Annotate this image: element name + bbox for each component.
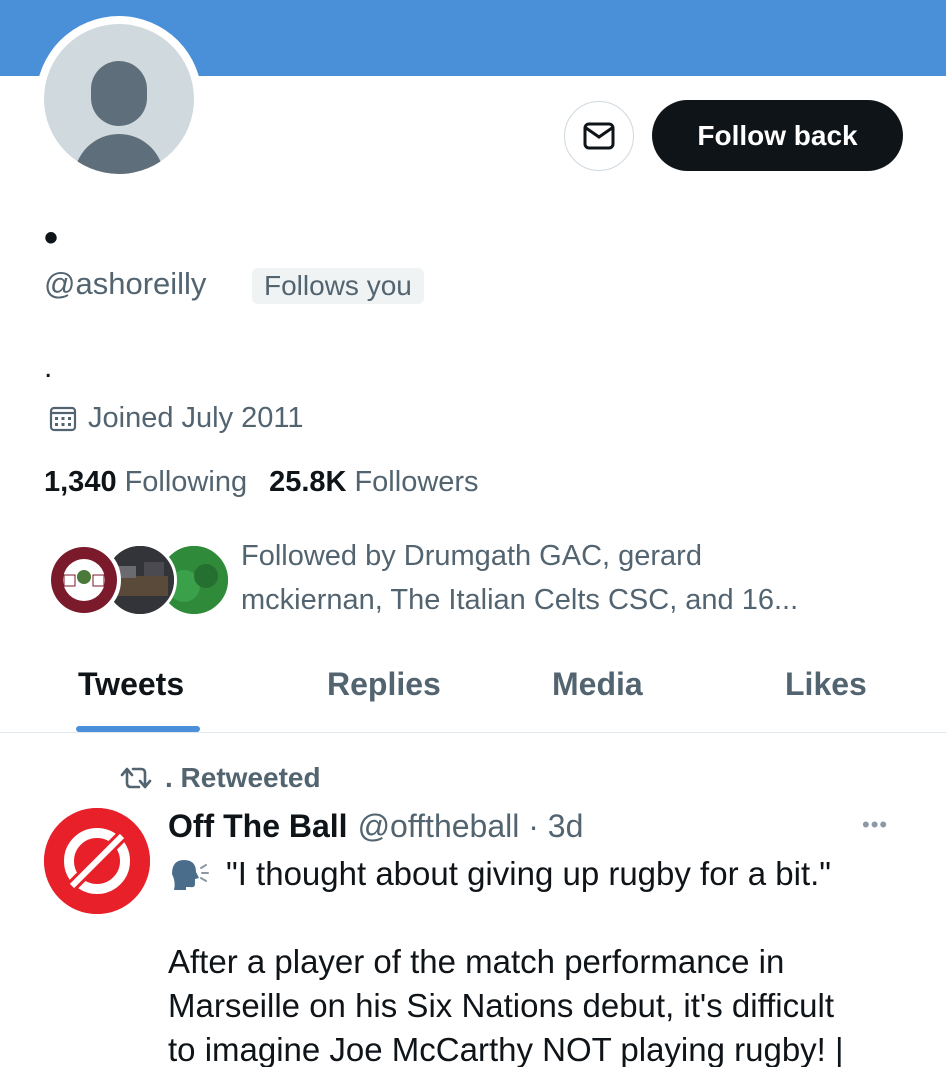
- tweet-author-meta[interactable]: @offtheball · 3d: [358, 804, 584, 848]
- follow-back-button[interactable]: Follow back: [652, 100, 903, 171]
- follow-stats: 1,340 Following 25.8K Followers: [44, 462, 501, 502]
- joined-text: Joined July 2011: [88, 402, 304, 434]
- follows-you-badge: Follows you: [252, 268, 424, 304]
- tweet-author-name[interactable]: Off The Ball: [168, 804, 348, 848]
- following-count: 1,340: [44, 466, 117, 498]
- followers-label: Followers: [354, 466, 479, 498]
- profile-avatar[interactable]: [36, 16, 202, 182]
- followed-by-avatars[interactable]: [47, 543, 231, 619]
- retweeted-by-text: . Retweeted: [165, 762, 321, 793]
- follower-avatar-crest: [47, 543, 121, 617]
- off-the-ball-logo-icon: [44, 808, 150, 914]
- calendar-icon: [49, 406, 77, 432]
- retweet-icon: [120, 767, 152, 789]
- envelope-icon: [583, 122, 615, 150]
- tweet-text-line-1: "I thought about giving up rugby for a b…: [226, 855, 831, 892]
- active-tab-indicator: [76, 726, 200, 732]
- tab-replies[interactable]: Replies: [327, 662, 441, 706]
- profile-tabs: Tweets Replies Media Likes: [0, 650, 946, 733]
- tab-likes[interactable]: Likes: [785, 662, 867, 706]
- followers-stat[interactable]: 25.8K Followers: [269, 462, 478, 502]
- followed-by-line-2: mckiernan, The Italian Celts CSC, and 16…: [241, 584, 799, 616]
- message-button[interactable]: [564, 101, 634, 171]
- tweet-header: Off The Ball @offtheball · 3d: [168, 804, 583, 848]
- tab-tweets[interactable]: Tweets: [78, 662, 184, 706]
- followed-by-text[interactable]: Followed by Drumgath GAC, gerard mckiern…: [241, 534, 881, 622]
- following-stat[interactable]: 1,340 Following: [44, 462, 247, 502]
- default-avatar-icon: [44, 24, 194, 174]
- following-label: Following: [124, 466, 248, 498]
- followers-count: 25.8K: [269, 466, 347, 498]
- display-name: •: [44, 216, 59, 260]
- followed-by-line-1: Followed by Drumgath GAC, gerard: [241, 540, 702, 572]
- speaking-head-icon: [172, 860, 209, 890]
- tweet-author-avatar[interactable]: [44, 808, 150, 914]
- more-icon[interactable]: •••: [862, 812, 888, 838]
- profile-handle: @ashoreilly: [44, 266, 207, 301]
- tab-media[interactable]: Media: [552, 662, 643, 706]
- joined-date: Joined July 2011: [48, 398, 304, 438]
- tweet-text-line-2: After a player of the match performance …: [168, 943, 785, 980]
- tweet-text-line-4: to imagine Joe McCarthy NOT playing rugb…: [168, 1031, 844, 1067]
- tweet-text-line-3: Marseille on his Six Nations debut, it's…: [168, 987, 834, 1024]
- retweet-context[interactable]: . Retweeted: [117, 756, 321, 800]
- tweet-text[interactable]: "I thought about giving up rugby for a b…: [168, 852, 908, 1067]
- profile-bio: .: [44, 351, 53, 384]
